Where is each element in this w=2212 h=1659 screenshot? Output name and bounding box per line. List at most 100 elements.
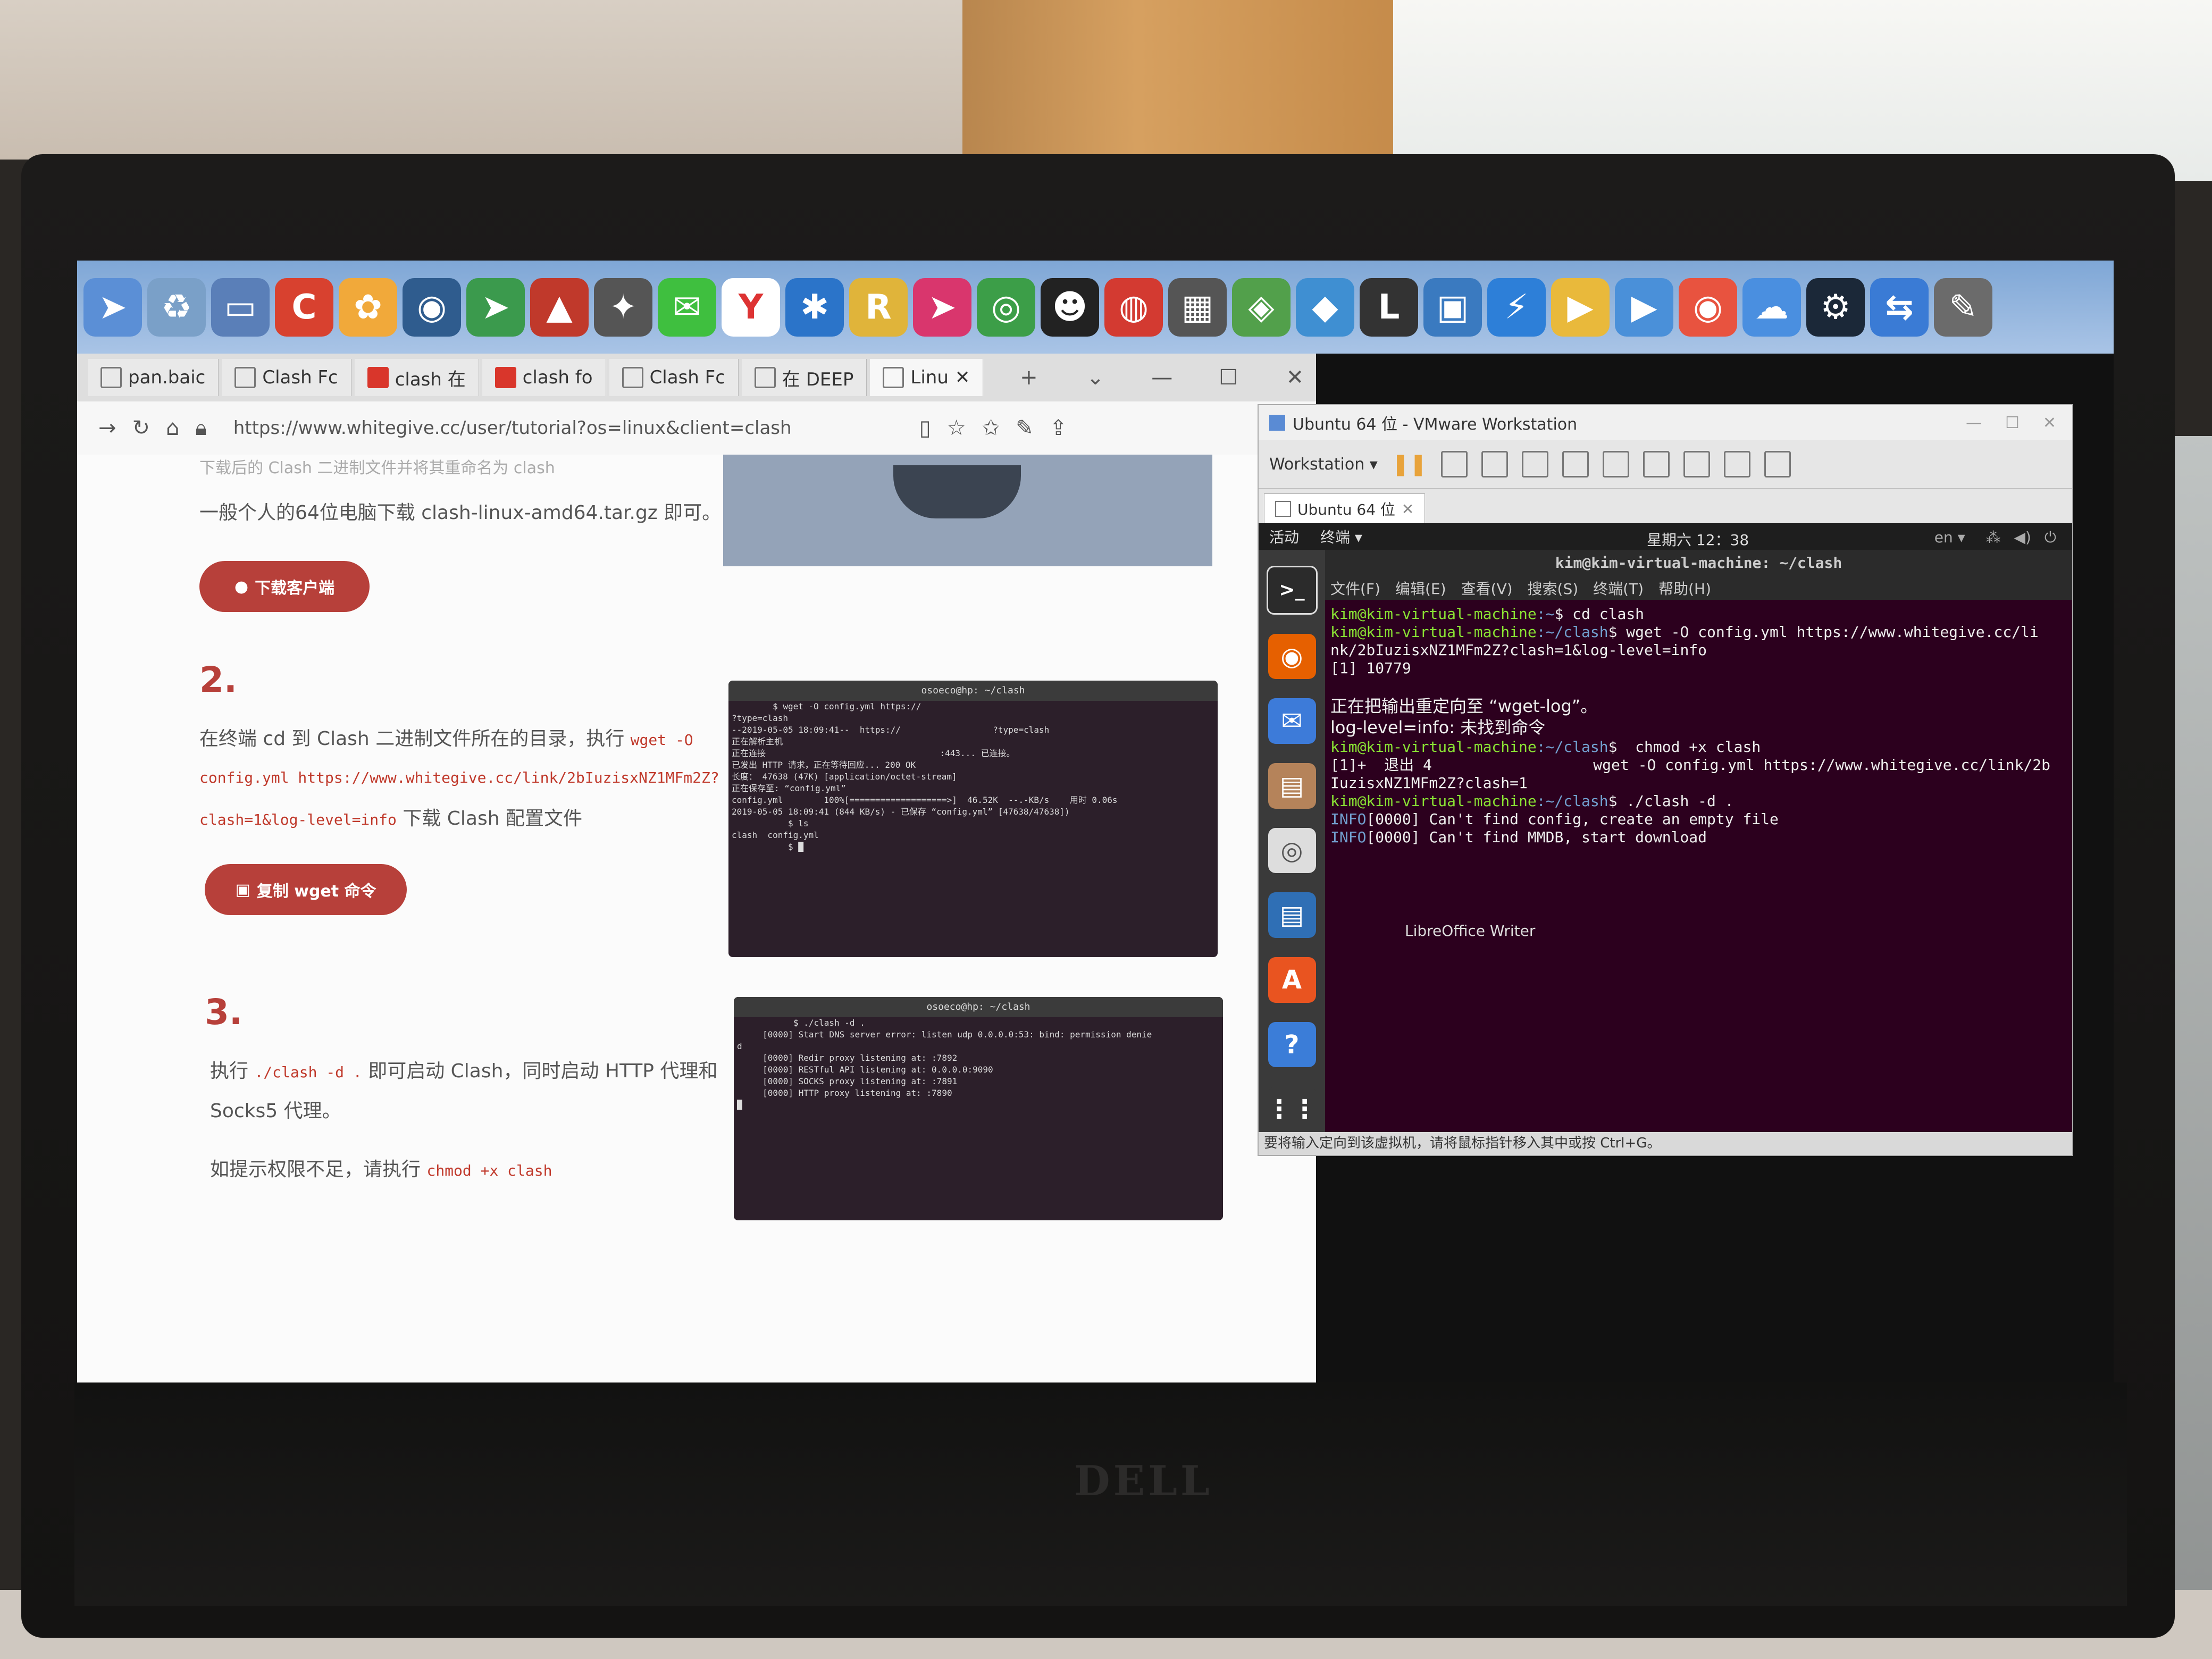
clash-favicon-icon [367, 367, 389, 388]
files-icon[interactable]: ▤ [1268, 763, 1316, 809]
image-tool-icon[interactable]: ▦ [1168, 278, 1227, 337]
vm-tab-ubuntu[interactable]: Ubuntu 64 位 ✕ [1264, 493, 1426, 524]
back-icon[interactable]: → [98, 416, 116, 440]
workstation-menu[interactable]: Workstation ▾ [1269, 455, 1378, 474]
laptop-icon[interactable]: ▭ [211, 278, 270, 337]
butterfly-icon[interactable]: ✿ [339, 278, 397, 337]
terminal-line: log-level=info: 未找到命令 [1330, 717, 1546, 738]
l-app-icon[interactable]: L [1360, 278, 1418, 337]
browser-tab[interactable]: Clash Fc [222, 359, 351, 396]
minimize-icon[interactable]: — [1966, 414, 1982, 432]
terminal-screenshot-line: [0000] HTTP proxy listening at: :7890 [737, 1088, 952, 1098]
red-mountain-icon[interactable]: ▲ [530, 278, 589, 337]
software-center-icon[interactable]: A [1268, 957, 1316, 1003]
libreoffice-writer-icon[interactable]: ▤ [1268, 892, 1316, 939]
terminal-menu-item[interactable]: 文件(F) [1330, 577, 1380, 599]
instruction-line-1: 一般个人的64位电脑下载 clash-linux-amd64.tar.gz 即可… [199, 502, 722, 524]
terminal-app-menu[interactable]: 终端 ▾ [1320, 526, 1362, 547]
minimize-browser-icon[interactable]: — [1141, 365, 1183, 390]
tab-close-icon[interactable]: ✕ [955, 367, 970, 388]
terminal-icon[interactable]: >_ [1266, 566, 1318, 615]
unity-icon[interactable] [1723, 451, 1750, 477]
r-app-icon[interactable]: R [849, 278, 908, 337]
step-2-text-b: 下载 Clash 配置文件 [403, 808, 582, 830]
remote-desktop-icon[interactable]: ⇆ [1870, 278, 1929, 337]
browser-tab[interactable]: Linu ✕ [870, 359, 984, 396]
game-app-icon[interactable]: ◈ [1232, 278, 1291, 337]
share-icon[interactable]: ⇪ [1050, 416, 1068, 440]
yandex-icon[interactable]: Y [722, 278, 780, 337]
thunderbird-icon[interactable]: ✉ [1268, 698, 1316, 744]
steam-icon[interactable]: ⚙ [1806, 278, 1865, 337]
url-field[interactable]: https://www.whitegive.cc/user/tutorial?o… [233, 417, 903, 439]
qq-icon[interactable]: ☻ [1041, 278, 1099, 337]
favorites-icon[interactable]: ✩ [982, 416, 1000, 440]
eagle-icon[interactable]: ◉ [403, 278, 461, 337]
fullscreen-icon[interactable] [1683, 451, 1710, 477]
system-tray[interactable]: en ▾ ⁂ ◀) ⏻ [1934, 529, 2056, 547]
favorite-star-icon[interactable]: ☆ [947, 416, 966, 440]
baidu-netdisk-icon[interactable]: ☁ [1742, 278, 1801, 337]
thunder-icon[interactable]: ⚡ [1487, 278, 1546, 337]
terminal-output[interactable]: kim@kim-virtual-machine:~$ cd clash kim@k… [1325, 600, 2072, 852]
video-recorder-icon[interactable]: ▣ [1423, 278, 1482, 337]
netease-music-icon[interactable]: ◍ [1104, 278, 1163, 337]
bird-app-icon[interactable]: ➤ [83, 278, 142, 337]
tools-icon[interactable]: ✎ [1934, 278, 1992, 337]
browser-tab[interactable]: 在 DEEP [741, 359, 867, 396]
ccleaner-icon[interactable]: C [275, 278, 333, 337]
send-keys-icon[interactable] [1440, 451, 1468, 477]
terminal-menu-item[interactable]: 编辑(E) [1395, 577, 1446, 599]
help-icon[interactable]: ? [1268, 1021, 1316, 1068]
maximize-browser-icon[interactable]: ☐ [1208, 365, 1250, 390]
chrome-icon[interactable]: ◎ [977, 278, 1035, 337]
reading-view-icon[interactable]: ▯ [919, 416, 931, 440]
copy-wget-button[interactable]: ▣ 复制 wget 命令 [205, 864, 407, 915]
kite-icon[interactable]: ◆ [1296, 278, 1354, 337]
pen-icon[interactable]: ✎ [1016, 416, 1034, 440]
maximize-icon[interactable]: ☐ [2005, 414, 2020, 432]
rhythmbox-icon[interactable]: ◎ [1268, 827, 1316, 874]
network-icon[interactable]: ✱ [785, 278, 844, 337]
browser-tab[interactable]: clash 在 [354, 359, 479, 396]
manage-snapshots-icon[interactable] [1562, 451, 1589, 477]
close-icon[interactable]: ✕ [2043, 414, 2056, 432]
recycle-bin-icon[interactable]: ♻ [147, 278, 206, 337]
terminal-line: kim@kim-virtual-machine:~/clash$ wget -O… [1330, 623, 2067, 641]
terminal-menu-item[interactable]: 帮助(H) [1658, 577, 1711, 599]
terminal-menu-item[interactable]: 终端(T) [1593, 577, 1644, 599]
vm-tab-close-icon[interactable]: ✕ [1402, 500, 1414, 518]
tab-list-icon[interactable]: ⌄ [1075, 365, 1117, 390]
media-player-icon[interactable]: ▶ [1615, 278, 1673, 337]
show-apps-icon[interactable]: ⋮⋮ [1267, 1086, 1318, 1133]
clock[interactable]: 星期六 12：38 [1647, 529, 1749, 550]
paper-plane-icon[interactable]: ➤ [913, 278, 971, 337]
browser-tab[interactable]: clash fo [482, 359, 606, 396]
thumbnail-icon[interactable] [1643, 451, 1670, 477]
terminal-menu-item[interactable]: 搜索(S) [1528, 577, 1579, 599]
terminal-menu-item[interactable]: 查看(V) [1461, 577, 1513, 599]
revert-snapshot-icon[interactable] [1521, 451, 1548, 477]
browser-tab[interactable]: Clash Fc [609, 359, 739, 396]
terminal-screenshot-line: ?type=clash [732, 713, 788, 723]
refresh-icon[interactable]: ↻ [132, 416, 150, 440]
star-app-icon[interactable]: ✦ [594, 278, 652, 337]
new-tab-icon[interactable]: + [1008, 365, 1050, 390]
console-view-icon[interactable] [1764, 451, 1791, 477]
vmware-tabs: Ubuntu 64 位 ✕ [1259, 489, 2072, 524]
wechat-icon[interactable]: ✉ [658, 278, 716, 337]
vmware-player-icon[interactable]: ▶ [1551, 278, 1610, 337]
close-browser-icon[interactable]: ✕ [1274, 365, 1316, 390]
browser-tab[interactable]: pan.baic [88, 359, 219, 396]
weibo-icon[interactable]: ◉ [1679, 278, 1737, 337]
pause-icon[interactable]: ❚❚ [1392, 452, 1427, 476]
vm-tab-label: Ubuntu 64 位 [1297, 501, 1395, 518]
home-icon[interactable]: ⌂ [166, 416, 179, 440]
snapshot-icon[interactable] [1481, 451, 1508, 477]
library-icon[interactable] [1602, 451, 1629, 477]
language-indicator[interactable]: en ▾ [1934, 529, 1965, 546]
firefox-icon[interactable]: ◉ [1268, 633, 1316, 680]
download-client-button[interactable]: ● 下载客户端 [199, 561, 370, 612]
activities-button[interactable]: 活动 [1269, 526, 1299, 547]
arrow-app-icon[interactable]: ➤ [466, 278, 525, 337]
